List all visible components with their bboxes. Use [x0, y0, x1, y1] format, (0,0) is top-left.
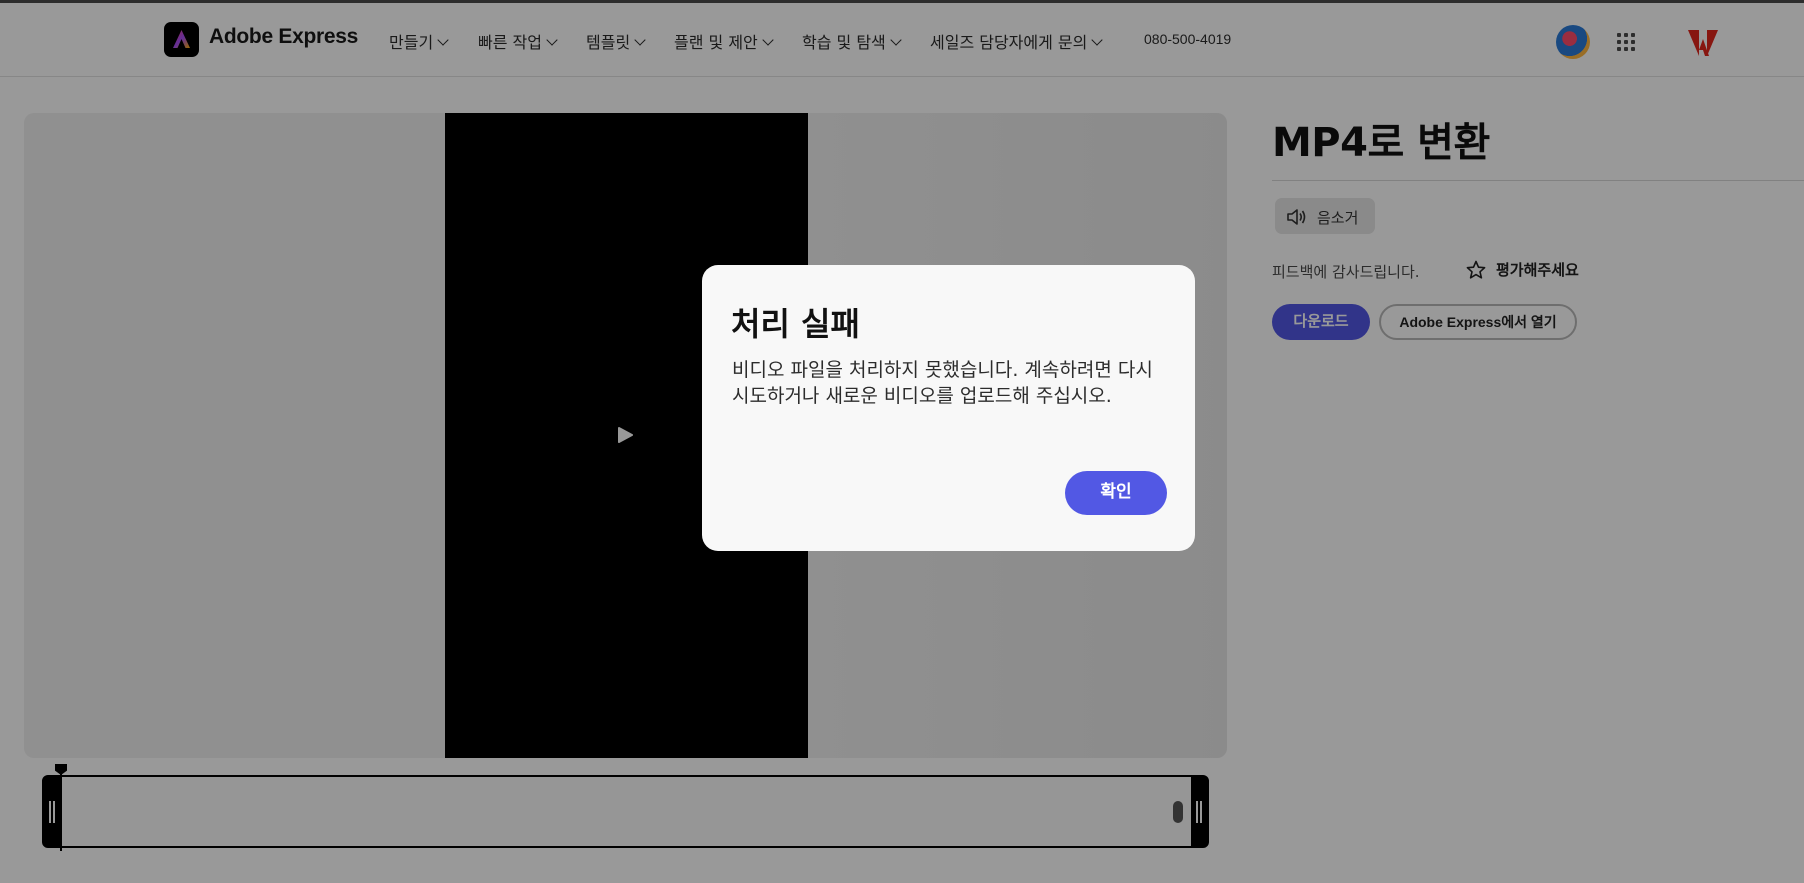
dialog-message: 비디오 파일을 처리하지 못했습니다. 계속하려면 다시 시도하거나 새로운 비… [732, 359, 1153, 407]
dialog-title: 처리 실패 [731, 305, 860, 343]
error-dialog: 처리 실패 비디오 파일을 처리하지 못했습니다. 계속하려면 다시 시도하거나… [702, 265, 1195, 551]
confirm-button[interactable]: 확인 [1065, 471, 1167, 515]
